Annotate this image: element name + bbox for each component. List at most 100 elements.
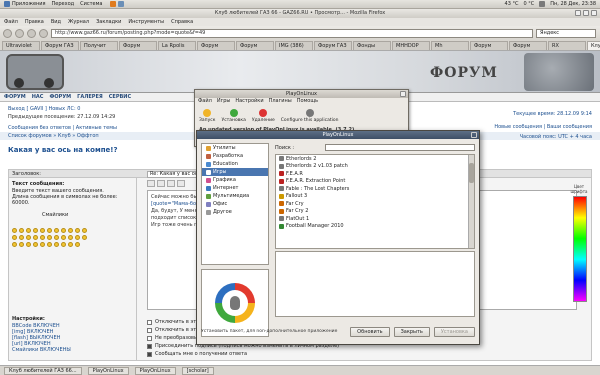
checkbox[interactable]: [147, 335, 152, 341]
smiley-icon[interactable]: [26, 235, 31, 240]
menu-bookmarks[interactable]: Закладки: [96, 18, 121, 26]
tab[interactable]: MHHDOP: [392, 41, 430, 50]
smiley-icon[interactable]: [68, 235, 73, 240]
nav-item[interactable]: ФОРУМ: [4, 93, 26, 101]
smiley-icon[interactable]: [68, 242, 73, 247]
reload-button[interactable]: [27, 28, 36, 38]
menu-history[interactable]: Журнал: [68, 18, 89, 26]
smiley-icon[interactable]: [12, 242, 17, 247]
smiley-icon[interactable]: [40, 235, 45, 240]
smiley-icon[interactable]: [68, 228, 73, 233]
option-row[interactable]: Сообщать мне о получении ответа: [147, 350, 339, 358]
game-item[interactable]: Football Manager 2010: [276, 223, 474, 231]
underline-button[interactable]: [167, 180, 175, 187]
close-icon[interactable]: [400, 91, 406, 97]
smiley-icon[interactable]: [54, 235, 59, 240]
menu-help[interactable]: Справка: [171, 18, 193, 26]
category-item[interactable]: Другое: [202, 208, 268, 216]
smiley-icon[interactable]: [61, 242, 66, 247]
smiley-icon[interactable]: [47, 235, 52, 240]
install-button[interactable]: Установка: [433, 327, 475, 337]
close-icon[interactable]: [471, 132, 477, 138]
tab[interactable]: Фонды: [353, 41, 391, 50]
smiley-icon[interactable]: [82, 235, 87, 240]
smiley-icon[interactable]: [75, 242, 80, 247]
smiley-icon[interactable]: [19, 228, 24, 233]
tab[interactable]: La Rpolis: [158, 41, 196, 50]
minimize-icon[interactable]: [575, 10, 581, 16]
category-item-selected[interactable]: Игры: [202, 168, 268, 176]
taskbar-item[interactable]: Клуб любителей ГАЗ 66...: [4, 367, 82, 375]
close-button[interactable]: Закрыть: [393, 327, 430, 337]
nav-item[interactable]: СЕРВИС: [109, 93, 131, 101]
pol-menu-help[interactable]: Помощь: [297, 98, 318, 105]
smiley-icon[interactable]: [33, 242, 38, 247]
smiley-icon[interactable]: [82, 228, 87, 233]
smiley-icon[interactable]: [75, 235, 80, 240]
tab[interactable]: Форум: [197, 41, 235, 50]
bold-button[interactable]: [147, 180, 155, 187]
tab[interactable]: Форум: [509, 41, 547, 50]
smiley-icon[interactable]: [47, 228, 52, 233]
tab[interactable]: Получит: [80, 41, 118, 50]
quote-button[interactable]: [177, 180, 185, 187]
italic-button[interactable]: [157, 180, 165, 187]
menu-view[interactable]: Вид: [51, 18, 61, 26]
taskbar-item[interactable]: [scholar]: [181, 367, 214, 375]
nav-item[interactable]: НАС: [32, 93, 44, 101]
menu-places[interactable]: Переход: [52, 1, 75, 7]
color-palette[interactable]: [573, 196, 587, 302]
tab-active[interactable]: Клуб: [587, 41, 600, 50]
game-item[interactable]: F.E.A.R: [276, 170, 474, 178]
game-item[interactable]: Far Cry: [276, 200, 474, 208]
game-item[interactable]: FlatOut 1: [276, 215, 474, 223]
game-item[interactable]: Etherlords 2 v1.03 patch: [276, 163, 474, 171]
install-button[interactable]: Установка: [221, 109, 246, 123]
configure-button[interactable]: Configure this application: [281, 109, 339, 123]
tab[interactable]: IMG (386): [275, 41, 313, 50]
game-item[interactable]: Far Cry 2: [276, 208, 474, 216]
setting-line[interactable]: Смайлики ВКЛЮЧЕНЫ: [12, 347, 71, 353]
url-bar[interactable]: http://www.gaz66.ru/forum/posting.php?mo…: [51, 28, 533, 38]
category-item[interactable]: Education: [202, 160, 268, 168]
tab[interactable]: Mh: [431, 41, 469, 50]
menu-edit[interactable]: Правка: [25, 18, 44, 26]
category-item[interactable]: Мультимедиа: [202, 192, 268, 200]
tab[interactable]: Форум: [470, 41, 508, 50]
game-item[interactable]: Etherlords 2: [276, 155, 474, 163]
smiley-icon[interactable]: [12, 228, 17, 233]
smiley-icon[interactable]: [61, 228, 66, 233]
clock[interactable]: Пн, 28 Дек, 23:38: [550, 1, 596, 7]
smiley-icon[interactable]: [19, 235, 24, 240]
smiley-icon[interactable]: [40, 242, 45, 247]
checkbox[interactable]: [147, 327, 152, 333]
remove-button[interactable]: Удаление: [252, 109, 275, 123]
smiley-icon[interactable]: [75, 228, 80, 233]
search-input[interactable]: Яндекс: [536, 28, 596, 38]
refresh-button[interactable]: Обновить: [350, 327, 390, 337]
smiley-icon[interactable]: [26, 228, 31, 233]
tab[interactable]: RX: [548, 41, 586, 50]
smiley-icon[interactable]: [19, 242, 24, 247]
category-item[interactable]: Графика: [202, 176, 268, 184]
mail-launcher-icon[interactable]: [118, 1, 125, 7]
game-item[interactable]: F.E.A.R. Extraction Point: [276, 178, 474, 186]
maximize-icon[interactable]: [583, 10, 589, 16]
tab[interactable]: Ultraviolet: [2, 41, 40, 50]
category-item[interactable]: Интернет: [202, 184, 268, 192]
tab[interactable]: Форум: [236, 41, 274, 50]
search-input[interactable]: [325, 144, 475, 151]
nav-item[interactable]: ГАЛЕРЕЯ: [77, 93, 103, 101]
smiley-icon[interactable]: [12, 235, 17, 240]
menu-applications[interactable]: Приложения: [12, 1, 46, 7]
menu-file[interactable]: Файл: [4, 18, 18, 26]
checkbox[interactable]: [147, 319, 152, 325]
new-messages-links[interactable]: Новые сообщения | Ваши сообщения: [494, 124, 592, 130]
smiley-icon[interactable]: [54, 228, 59, 233]
taskbar-item[interactable]: PlayOnLinux: [87, 367, 129, 375]
smiley-icon[interactable]: [47, 242, 52, 247]
smiley-icon[interactable]: [54, 242, 59, 247]
category-item[interactable]: Разработка: [202, 152, 268, 160]
tab[interactable]: Форум ГАЗ: [41, 41, 79, 50]
checkbox-checked[interactable]: [147, 343, 152, 349]
